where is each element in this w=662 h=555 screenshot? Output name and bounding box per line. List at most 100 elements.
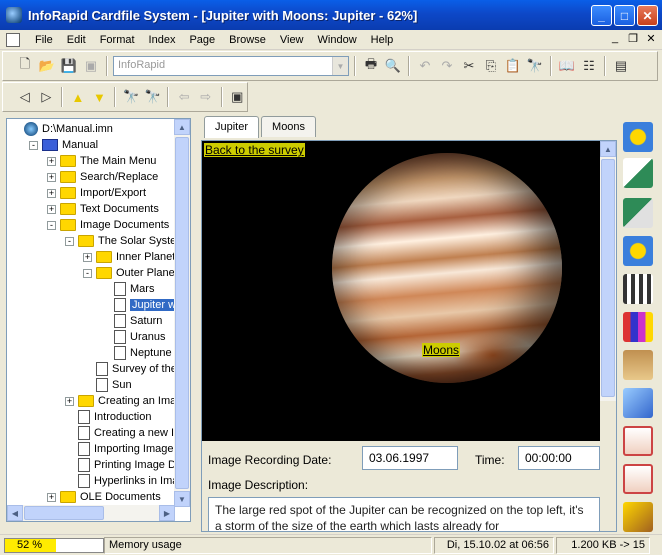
find-previous-icon[interactable]: 🔭 bbox=[121, 87, 141, 107]
content-vertical-scrollbar[interactable]: ▲ bbox=[600, 141, 616, 401]
date-field[interactable]: 03.06.1997 bbox=[362, 446, 458, 470]
tree-item[interactable]: Uranus bbox=[101, 329, 165, 345]
tree-item[interactable]: + The Main Menu bbox=[47, 153, 156, 169]
tree-item[interactable]: + Inner Planets bbox=[83, 249, 181, 265]
collapse-icon[interactable]: - bbox=[65, 236, 74, 246]
menu-index[interactable]: Index bbox=[142, 31, 183, 49]
redo-icon[interactable]: ↷ bbox=[437, 56, 457, 76]
chevron-down-icon[interactable]: ▼ bbox=[332, 57, 348, 75]
back-arrow-icon[interactable]: ◁ bbox=[15, 87, 35, 107]
expand-icon[interactable]: + bbox=[47, 156, 56, 166]
bar-chart-icon[interactable] bbox=[623, 312, 653, 342]
paste-icon[interactable]: 📋 bbox=[503, 56, 523, 76]
tree-view[interactable]: D:\Manual.imn - Manual + The Main Menu + Searc… bbox=[6, 118, 191, 522]
clapper-icon[interactable] bbox=[623, 274, 653, 304]
print-icon[interactable]: 🖶 bbox=[361, 56, 381, 76]
scroll-thumb[interactable] bbox=[175, 137, 189, 489]
tree-view-icon[interactable]: ☷ bbox=[579, 56, 599, 76]
tree-item[interactable]: + Text Documents bbox=[47, 201, 159, 217]
mdi-minimize-button[interactable]: _ bbox=[608, 32, 622, 45]
menu-format[interactable]: Format bbox=[93, 31, 142, 49]
tree-item[interactable]: Creating a new Ir bbox=[65, 425, 178, 441]
package-icon[interactable] bbox=[623, 350, 653, 380]
go-to-page-icon[interactable]: ▣ bbox=[228, 87, 248, 107]
collapse-icon[interactable]: - bbox=[83, 268, 92, 278]
description-field[interactable]: The large red spot of the Jupiter can be… bbox=[208, 497, 600, 531]
scroll-right-icon[interactable]: ▶ bbox=[159, 505, 175, 521]
expand-icon[interactable]: + bbox=[83, 252, 92, 262]
tree-item[interactable]: - Image Documents bbox=[47, 217, 169, 233]
scroll-left-icon[interactable]: ◀ bbox=[7, 505, 23, 521]
tree-item[interactable]: Mars bbox=[101, 281, 154, 297]
book-icon[interactable]: 📖 bbox=[557, 56, 577, 76]
tree-item[interactable]: + Creating an Imag bbox=[65, 393, 182, 409]
tree-item[interactable]: Saturn bbox=[101, 313, 162, 329]
link-forward-icon[interactable]: ⇨ bbox=[196, 87, 216, 107]
paint-icon[interactable] bbox=[623, 502, 653, 532]
powerpoint-icon[interactable] bbox=[623, 426, 653, 456]
up-triangle-icon[interactable]: ▲ bbox=[68, 87, 88, 107]
menu-edit[interactable]: Edit bbox=[60, 31, 93, 49]
open-icon[interactable]: 📂 bbox=[37, 56, 57, 76]
tree-item[interactable]: Sun bbox=[83, 377, 132, 393]
tree-item[interactable]: - The Solar System bbox=[65, 233, 185, 249]
tree-item[interactable]: - Outer Planets bbox=[83, 265, 183, 281]
menu-file[interactable]: File bbox=[28, 31, 60, 49]
maximize-button[interactable]: □ bbox=[614, 5, 635, 26]
menu-page[interactable]: Page bbox=[182, 31, 222, 49]
undo-icon[interactable]: ↶ bbox=[415, 56, 435, 76]
tree-item[interactable]: + Search/Replace bbox=[47, 169, 158, 185]
expand-icon[interactable]: + bbox=[65, 396, 74, 406]
print-preview-icon[interactable]: 🔍 bbox=[383, 56, 403, 76]
presentation-icon[interactable] bbox=[623, 464, 653, 494]
media-play-icon[interactable] bbox=[623, 122, 653, 152]
search-combo[interactable]: InfoRapid ▼ bbox=[113, 56, 349, 76]
tree-item[interactable]: Survey of the bbox=[83, 361, 177, 377]
expand-icon[interactable]: + bbox=[47, 204, 56, 214]
tree-item[interactable]: Neptune bbox=[101, 345, 172, 361]
down-triangle-icon[interactable]: ▼ bbox=[90, 87, 110, 107]
cut-icon[interactable]: ✂ bbox=[459, 56, 479, 76]
menu-view[interactable]: View bbox=[273, 31, 311, 49]
video-icon[interactable] bbox=[623, 236, 653, 266]
collapse-icon[interactable]: - bbox=[29, 140, 38, 150]
tree-item[interactable]: D:\Manual.imn bbox=[11, 121, 113, 137]
find-icon[interactable]: 🔭 bbox=[525, 56, 545, 76]
menu-help[interactable]: Help bbox=[364, 31, 401, 49]
save-all-icon[interactable]: ▣ bbox=[81, 56, 101, 76]
copy-icon[interactable]: ⎘ bbox=[481, 56, 501, 76]
expand-icon[interactable]: + bbox=[47, 172, 56, 182]
paint-brush-icon[interactable] bbox=[623, 388, 653, 418]
document-menu-icon[interactable] bbox=[6, 32, 20, 47]
scroll-up-icon[interactable]: ▲ bbox=[174, 119, 190, 135]
close-button[interactable]: ✕ bbox=[637, 5, 658, 26]
mdi-restore-button[interactable]: ❐ bbox=[626, 32, 640, 45]
content-scroll-up-icon[interactable]: ▲ bbox=[600, 141, 616, 157]
link-back-icon[interactable]: ⇦ bbox=[174, 87, 194, 107]
tree-horizontal-scrollbar[interactable]: ◀ ▶ bbox=[7, 505, 175, 521]
tree-item[interactable]: + OLE Documents bbox=[47, 489, 161, 505]
scroll-thumb-horizontal[interactable] bbox=[24, 506, 104, 520]
tree-vertical-scrollbar[interactable]: ▲ ▼ bbox=[174, 119, 190, 507]
time-field[interactable]: 00:00:00 bbox=[518, 446, 600, 470]
tab-moons[interactable]: Moons bbox=[261, 116, 317, 137]
tree-item[interactable]: Jupiter wi bbox=[101, 297, 181, 313]
scroll-down-icon[interactable]: ▼ bbox=[174, 491, 190, 507]
window-icon[interactable]: ▤ bbox=[611, 56, 631, 76]
app-icon[interactable] bbox=[6, 7, 22, 23]
tree-item[interactable]: Hyperlinks in Imag bbox=[65, 473, 184, 489]
tree-item[interactable]: Importing Image I bbox=[65, 441, 180, 457]
content-scroll-thumb[interactable] bbox=[601, 159, 615, 397]
back-to-survey-link[interactable]: Back to the survey bbox=[204, 143, 305, 157]
menu-window[interactable]: Window bbox=[311, 31, 364, 49]
excel-sheet-icon[interactable] bbox=[623, 158, 653, 188]
collapse-icon[interactable]: - bbox=[47, 220, 56, 230]
forward-arrow-icon[interactable]: ▷ bbox=[37, 87, 57, 107]
tree-item[interactable]: + Import/Export bbox=[47, 185, 146, 201]
new-icon[interactable]: 🗋 bbox=[15, 56, 35, 76]
expand-icon[interactable]: + bbox=[47, 188, 56, 198]
save-icon[interactable]: 💾 bbox=[59, 56, 79, 76]
minimize-button[interactable]: _ bbox=[591, 5, 612, 26]
moons-link[interactable]: Moons bbox=[422, 343, 461, 357]
find-next-icon[interactable]: 🔭 bbox=[143, 87, 163, 107]
